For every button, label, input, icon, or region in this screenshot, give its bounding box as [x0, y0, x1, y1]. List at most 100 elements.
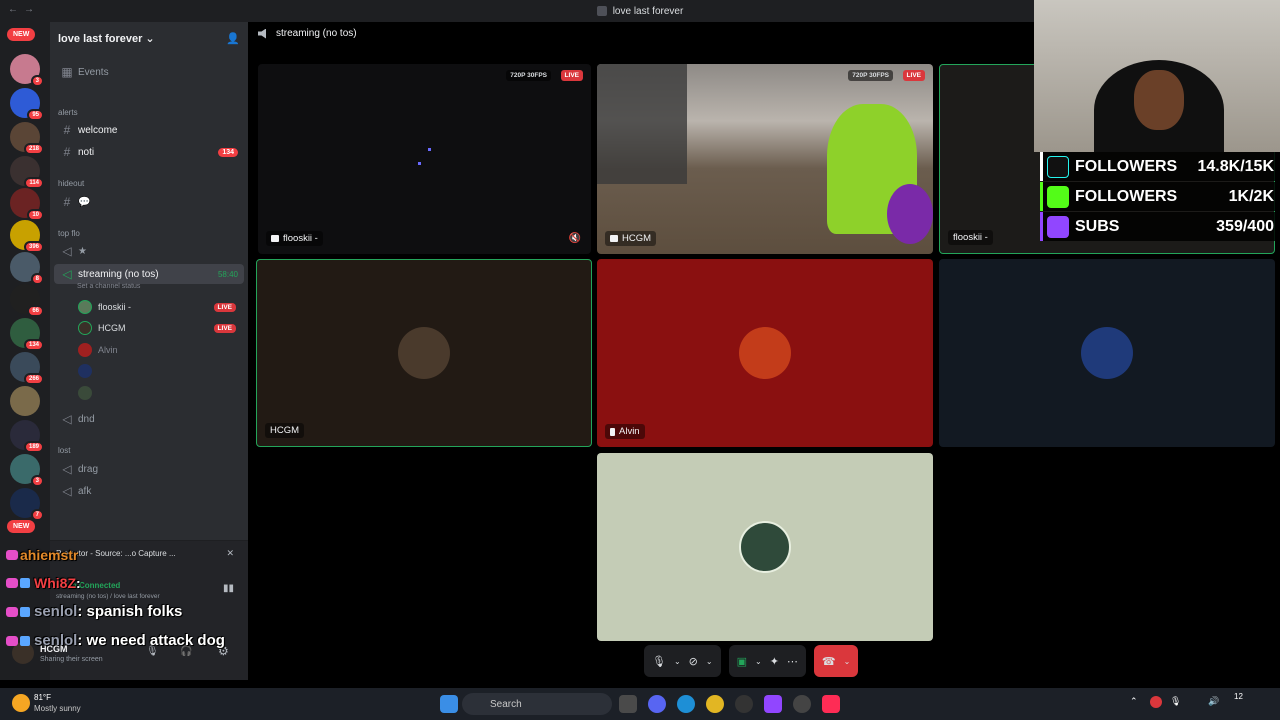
activity-control[interactable]: ▣ ⌄ ✦ ⋯: [728, 645, 806, 677]
channel-title: streaming (no tos): [276, 28, 357, 39]
server-icon[interactable]: 189: [10, 420, 44, 453]
mic-control[interactable]: 🎙 ⌄ ⊘ ⌄: [644, 645, 721, 677]
channel-welcome[interactable]: # welcome: [54, 120, 244, 140]
tiktok-app-icon[interactable]: [822, 695, 840, 713]
chat-message: senlol : we need attack dog: [6, 632, 225, 649]
speaker-icon: [258, 28, 266, 39]
windows-taskbar: 81°F Mostly sunny Search ⌃ 🎙 🔊 12: [0, 688, 1280, 720]
clock[interactable]: 12: [1234, 692, 1243, 701]
hash-icon: #: [63, 195, 71, 209]
user-tile-alvin[interactable]: Alvin: [597, 259, 933, 447]
chat-text: : spanish folks: [77, 603, 183, 620]
server-icon[interactable]: [10, 386, 40, 416]
user-tile-hcgm[interactable]: HCGM: [256, 259, 592, 447]
server-icon[interactable]: 10: [10, 188, 44, 221]
server-icon[interactable]: 7: [10, 488, 44, 521]
screen-icon: [610, 235, 618, 242]
game-hud: [597, 64, 687, 184]
voice-channel-afk[interactable]: ◁ afk: [54, 481, 244, 501]
channel-hideout-chat[interactable]: # 💬: [54, 192, 244, 212]
server-icon[interactable]: 266: [10, 352, 44, 385]
server-icon[interactable]: 134: [10, 318, 44, 351]
server-name: love last forever: [58, 32, 143, 45]
tray-app-icon[interactable]: [1150, 696, 1162, 708]
twitch-icon: [1047, 215, 1069, 238]
stream-tile-flooskii[interactable]: 720P 30FPS LIVE flooskii - 🔇: [258, 64, 591, 254]
voice-user-alvin[interactable]: Alvin: [78, 340, 244, 360]
edge-icon[interactable]: [677, 695, 695, 713]
obs-icon[interactable]: [793, 695, 811, 713]
media-player-icon[interactable]: [735, 695, 753, 713]
new-badge-bottom[interactable]: NEW: [7, 520, 36, 533]
chevron-down-icon[interactable]: ⌄: [844, 657, 851, 666]
category-hideout[interactable]: hideout: [58, 179, 84, 188]
hash-icon: #: [63, 123, 71, 137]
kick-icon: [1047, 185, 1069, 208]
chevron-down-icon[interactable]: ⌄: [755, 657, 762, 666]
screen-share-icon[interactable]: ▣: [737, 655, 747, 668]
channel-noti[interactable]: # noti 134: [54, 142, 244, 162]
weather-temp[interactable]: 81°F: [34, 693, 51, 702]
voice-channel-streaming[interactable]: ◁ streaming (no tos) 58:40: [54, 264, 244, 284]
category-lost[interactable]: lost: [58, 446, 70, 455]
mute-stream-icon[interactable]: 🔇: [569, 233, 581, 244]
stream-tile-hcgm[interactable]: 720P 30FPS LIVE HCGM: [597, 64, 933, 254]
game-character: [887, 184, 933, 244]
camera-off-icon[interactable]: ⊘: [689, 655, 698, 668]
task-view-icon[interactable]: [619, 695, 637, 713]
voice-user-unnamed[interactable]: [78, 383, 244, 403]
chevron-down-icon[interactable]: ⌄: [706, 657, 713, 666]
avatar: [78, 364, 92, 378]
server-icon[interactable]: 3: [10, 454, 44, 487]
mic-icon[interactable]: 🎙: [652, 655, 666, 668]
server-icon[interactable]: 66: [10, 284, 44, 317]
voice-channel-dnd[interactable]: ◁ dnd: [54, 409, 244, 429]
signal-icon[interactable]: ▮▮: [223, 583, 234, 594]
chat-message: senlol : spanish folks: [6, 603, 182, 620]
user-tile-unnamed[interactable]: [939, 259, 1275, 447]
voice-user-flooskii[interactable]: flooskii - LIVE: [78, 297, 244, 317]
user-tile-unnamed[interactable]: [597, 453, 933, 641]
server-icon[interactable]: 218: [10, 122, 44, 155]
projector-label[interactable]: Projector - Source: ...o Capture ...: [56, 549, 206, 558]
more-icon[interactable]: ⋯: [787, 655, 798, 668]
weather-desc[interactable]: Mostly sunny: [34, 704, 81, 713]
discord-icon[interactable]: [648, 695, 666, 713]
windows-start-icon[interactable]: [440, 695, 458, 713]
voice-user-unnamed[interactable]: [78, 361, 244, 381]
add-member-icon[interactable]: 👤: [226, 32, 240, 45]
voice-channel-star[interactable]: ◁ ★: [54, 241, 244, 261]
category-topflo[interactable]: top flo: [58, 229, 80, 238]
server-icon[interactable]: 3: [10, 54, 44, 87]
tray-mic-icon[interactable]: 🎙: [1170, 696, 1181, 707]
channel-status-prompt[interactable]: Set a channel status: [77, 283, 140, 290]
voice-user-hcgm[interactable]: HCGM LIVE: [78, 318, 244, 338]
category-alerts[interactable]: alerts: [58, 108, 78, 117]
nav-arrows-icon[interactable]: ←→: [8, 4, 40, 15]
disconnect-button[interactable]: ☎ ⌄: [813, 645, 859, 677]
server-icon[interactable]: 396: [10, 220, 44, 253]
chevron-down-icon[interactable]: ⌄: [674, 657, 681, 666]
avatar: [739, 327, 791, 379]
weather-icon[interactable]: [12, 694, 30, 712]
events-item[interactable]: ▦ Events: [54, 62, 244, 82]
server-icon[interactable]: 114: [10, 156, 44, 189]
twitch-app-icon[interactable]: [764, 695, 782, 713]
follower-goals: FOLLOWERS 14.8K/15K FOLLOWERS 1K/2K SUBS 35…: [1040, 152, 1280, 242]
tray-chevron-icon[interactable]: ⌃: [1130, 696, 1138, 707]
chrome-icon[interactable]: [706, 695, 724, 713]
server-header[interactable]: love last forever ⌄ 👤: [50, 22, 248, 54]
chat-username: ahiemstr: [20, 547, 79, 563]
server-icon[interactable]: 95: [10, 88, 44, 121]
hangup-icon[interactable]: ☎: [822, 655, 836, 668]
server-icon[interactable]: 8: [10, 252, 44, 285]
avatar: [78, 343, 92, 357]
activities-icon[interactable]: ✦: [770, 655, 779, 668]
user-status: Sharing their screen: [40, 656, 103, 663]
tray-volume-icon[interactable]: 🔊: [1208, 696, 1219, 707]
close-icon[interactable]: ✕: [226, 548, 234, 559]
voice-channel-drag[interactable]: ◁ drag: [54, 459, 244, 479]
new-badge-top[interactable]: NEW: [7, 28, 36, 41]
voice-path[interactable]: streaming (no tos) / love last forever: [56, 593, 160, 600]
taskbar-search[interactable]: Search: [462, 693, 612, 715]
